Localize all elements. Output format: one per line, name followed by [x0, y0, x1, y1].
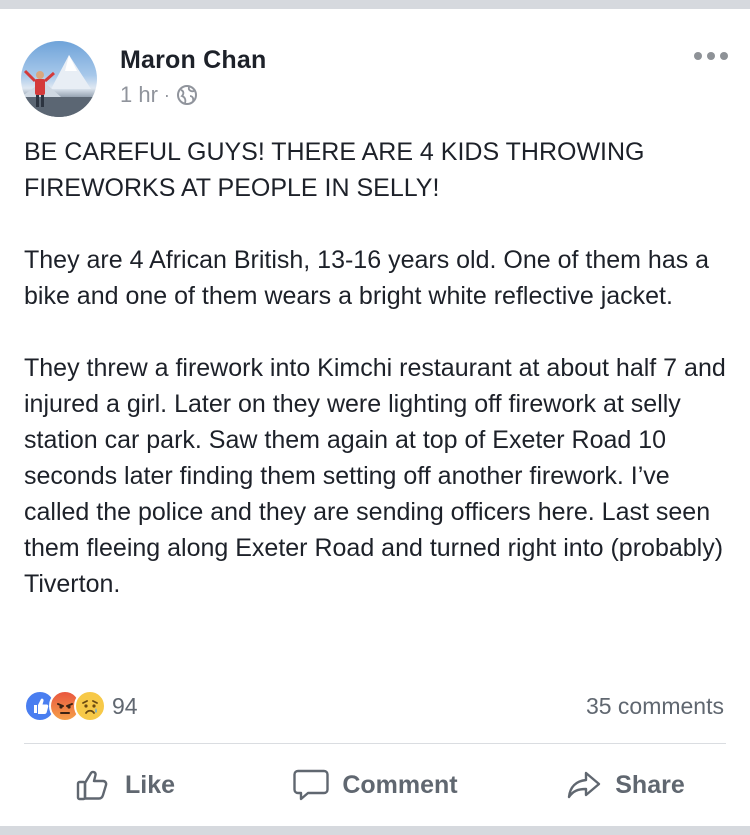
action-bar: Like Comment Share	[0, 750, 750, 820]
share-button[interactable]: Share	[500, 767, 750, 803]
avatar[interactable]	[21, 41, 97, 117]
post-paragraph: They are 4 African British, 13-16 years …	[24, 246, 710, 310]
action-divider	[24, 743, 726, 744]
post-body: BE CAREFUL GUYS! THERE ARE 4 KIDS THROWI…	[24, 134, 726, 602]
meta-separator: ·	[163, 84, 170, 105]
share-arrow-icon	[565, 767, 603, 803]
comment-bubble-icon	[292, 767, 330, 803]
feed-separator-top	[0, 0, 750, 9]
post-header: Maron Chan 1 hr ·	[0, 9, 750, 117]
post-timestamp[interactable]: 1 hr	[120, 82, 158, 108]
globe-icon[interactable]	[176, 84, 198, 106]
more-options-icon[interactable]	[694, 49, 728, 63]
post-paragraph: They threw a firework into Kimchi restau…	[24, 354, 726, 598]
post-paragraph: BE CAREFUL GUYS! THERE ARE 4 KIDS THROWI…	[24, 138, 645, 202]
comment-button[interactable]: Comment	[250, 767, 500, 803]
author-name[interactable]: Maron Chan	[120, 46, 266, 75]
sad-reaction-icon	[74, 690, 106, 722]
feed-separator-bottom	[0, 826, 750, 835]
like-button[interactable]: Like	[0, 767, 250, 803]
post-card: Maron Chan 1 hr · BE CAREFUL GUYS! THERE…	[0, 9, 750, 602]
thumbs-up-icon	[75, 767, 113, 803]
reaction-count: 94	[112, 692, 138, 719]
engagement-row: 94 35 comments	[24, 686, 724, 726]
comment-count-link[interactable]: 35 comments	[586, 693, 724, 720]
post-meta: 1 hr ·	[120, 82, 198, 108]
like-label: Like	[124, 770, 176, 799]
comment-label: Comment	[342, 770, 458, 799]
share-label: Share	[615, 770, 685, 799]
reactions-summary[interactable]: 94	[24, 690, 138, 722]
